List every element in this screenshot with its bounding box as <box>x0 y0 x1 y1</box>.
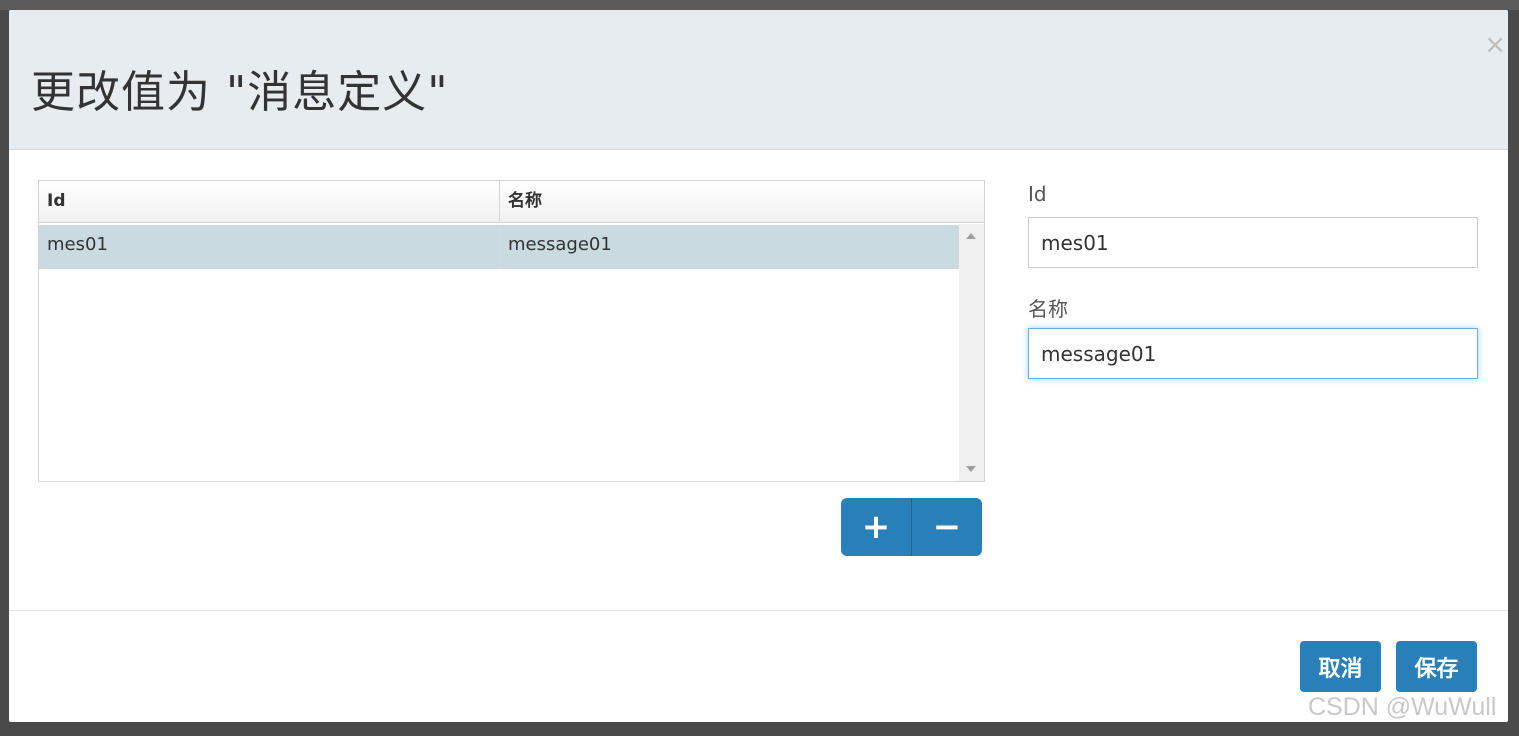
plus-icon: + <box>861 507 891 547</box>
save-button[interactable]: 保存 <box>1396 641 1477 692</box>
column-header-name[interactable]: 名称 <box>500 181 984 223</box>
remove-row-button[interactable]: − <box>912 498 982 556</box>
add-row-button[interactable]: + <box>841 498 912 556</box>
values-grid: Id 名称 mes01 message01 <box>38 180 985 482</box>
column-header-id[interactable]: Id <box>39 181 500 223</box>
grid-scrollbar[interactable] <box>959 224 984 481</box>
name-field[interactable] <box>1028 328 1478 379</box>
name-field-label: 名称 <box>1028 297 1068 321</box>
grid-button-group: + − <box>841 498 982 556</box>
backdrop <box>0 0 1519 10</box>
change-value-dialog: 更改值为 "消息定义" × Id 名称 mes01 message01 + − … <box>9 10 1508 722</box>
dialog-header: 更改值为 "消息定义" × <box>9 10 1508 150</box>
cell-name: message01 <box>508 234 612 255</box>
id-field[interactable] <box>1028 217 1478 268</box>
watermark: CSDN @WuWull <box>1308 693 1497 721</box>
minus-icon: − <box>932 507 962 547</box>
scroll-up-arrow-icon[interactable] <box>966 233 976 239</box>
footer-divider <box>9 610 1508 611</box>
grid-header: Id 名称 <box>39 181 984 223</box>
dialog-title: 更改值为 "消息定义" <box>31 67 449 118</box>
table-row[interactable]: mes01 message01 <box>39 225 959 269</box>
cell-id: mes01 <box>39 225 500 269</box>
id-field-label: Id <box>1028 182 1047 206</box>
scroll-down-arrow-icon[interactable] <box>966 466 976 472</box>
close-icon[interactable]: × <box>1484 32 1506 58</box>
cancel-button[interactable]: 取消 <box>1300 641 1381 692</box>
